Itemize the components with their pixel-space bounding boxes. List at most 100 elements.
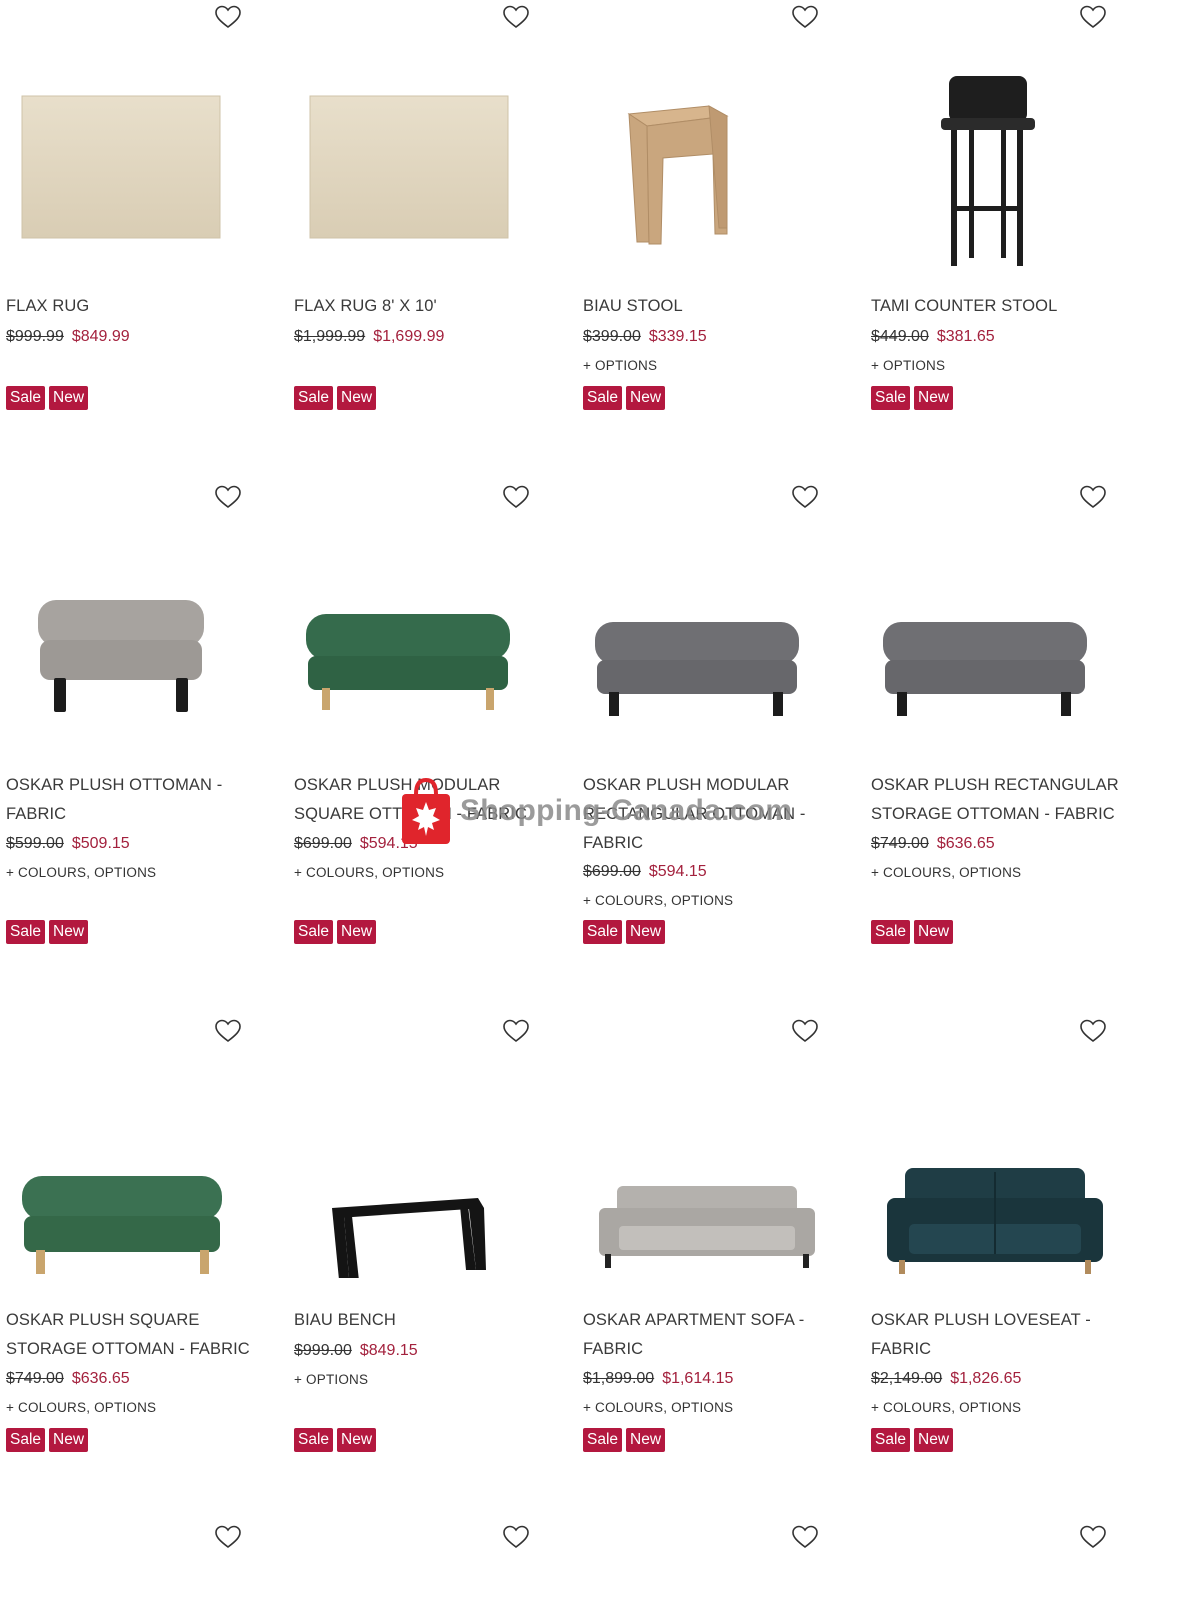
sale-price: $849.15 (359, 1342, 418, 1359)
wishlist-heart-icon[interactable] (1079, 4, 1107, 30)
wishlist-heart-icon[interactable] (214, 1524, 242, 1550)
sale-badge: Sale (583, 920, 623, 944)
badge-group: Sale New (6, 386, 89, 410)
product-name[interactable]: OSKAR PLUSH RECTANGULAR STORAGE OTTOMAN … (871, 771, 1121, 829)
sale-badge: Sale (294, 386, 334, 410)
product-options-link[interactable]: + OPTIONS (871, 358, 945, 373)
wishlist-heart-icon[interactable] (502, 1018, 530, 1044)
product-name[interactable]: OSKAR PLUSH LOVESEAT - FABRIC (871, 1306, 1121, 1364)
product-image[interactable] (577, 1058, 837, 1278)
new-badge: New (49, 386, 89, 410)
new-badge: New (914, 1428, 954, 1452)
product-options-link[interactable]: + COLOURS, OPTIONS (871, 865, 1021, 880)
wishlist-heart-icon[interactable] (214, 4, 242, 30)
wishlist-heart-icon[interactable] (791, 4, 819, 30)
product-image[interactable] (865, 56, 1125, 276)
sale-price: $636.65 (936, 835, 995, 852)
wishlist-heart-icon[interactable] (1079, 1018, 1107, 1044)
original-price: $699.00 (583, 863, 641, 880)
product-image[interactable] (577, 56, 837, 276)
wishlist-heart-icon[interactable] (791, 1524, 819, 1550)
badge-group: Sale New (294, 920, 377, 944)
product-options-link[interactable]: + COLOURS, OPTIONS (871, 1400, 1021, 1415)
new-badge: New (626, 386, 666, 410)
sale-badge: Sale (871, 1428, 911, 1452)
original-price: $699.00 (294, 835, 352, 852)
badge-group: Sale New (583, 1428, 666, 1452)
product-options-link[interactable]: + COLOURS, OPTIONS (6, 865, 156, 880)
price-group: $2,149.00 $1,826.65 (871, 1370, 1021, 1388)
watermark: Shopping-Canada.com (398, 776, 792, 846)
sale-price: $1,699.99 (373, 328, 445, 345)
new-badge: New (914, 920, 954, 944)
new-badge: New (337, 386, 377, 410)
shopping-bag-logo-icon (402, 777, 450, 844)
product-name[interactable]: FLAX RUG (6, 292, 256, 321)
sale-price: $509.15 (71, 835, 130, 852)
product-name[interactable]: OSKAR PLUSH OTTOMAN - FABRIC (6, 771, 256, 829)
product-name[interactable]: FLAX RUG 8' X 10' (294, 292, 544, 321)
sale-price: $1,826.65 (950, 1370, 1022, 1387)
original-price: $449.00 (871, 328, 929, 345)
wishlist-heart-icon[interactable] (502, 484, 530, 510)
product-options-link[interactable]: + OPTIONS (294, 1372, 368, 1387)
wishlist-heart-icon[interactable] (502, 1524, 530, 1550)
badge-group: Sale New (583, 386, 666, 410)
product-image[interactable] (0, 522, 260, 742)
new-badge: New (337, 920, 377, 944)
product-image[interactable] (288, 1058, 548, 1278)
sale-badge: Sale (294, 1428, 334, 1452)
product-name[interactable]: BIAU STOOL (583, 292, 833, 321)
new-badge: New (914, 386, 954, 410)
sale-price: $1,614.15 (662, 1370, 734, 1387)
product-image[interactable] (0, 56, 260, 276)
price-group: $699.00 $594.15 (583, 863, 707, 881)
original-price: $1,899.00 (583, 1370, 655, 1387)
wishlist-heart-icon[interactable] (791, 484, 819, 510)
wishlist-heart-icon[interactable] (214, 484, 242, 510)
product-image[interactable] (288, 522, 548, 742)
sale-badge: Sale (6, 920, 46, 944)
product-options-link[interactable]: + COLOURS, OPTIONS (294, 865, 444, 880)
product-image[interactable] (0, 1058, 260, 1278)
wishlist-heart-icon[interactable] (502, 4, 530, 30)
new-badge: New (49, 920, 89, 944)
wishlist-heart-icon[interactable] (214, 1018, 242, 1044)
badge-group: Sale New (583, 920, 666, 944)
badge-group: Sale New (294, 386, 377, 410)
badge-group: Sale New (294, 1428, 377, 1452)
product-options-link[interactable]: + COLOURS, OPTIONS (583, 1400, 733, 1415)
product-image[interactable] (865, 1058, 1125, 1278)
price-group: $1,899.00 $1,614.15 (583, 1370, 733, 1388)
new-badge: New (49, 1428, 89, 1452)
product-name[interactable]: OSKAR APARTMENT SOFA - FABRIC (583, 1306, 833, 1364)
product-image[interactable] (288, 56, 548, 276)
wishlist-heart-icon[interactable] (1079, 484, 1107, 510)
product-options-link[interactable]: + OPTIONS (583, 358, 657, 373)
wishlist-heart-icon[interactable] (791, 1018, 819, 1044)
original-price: $1,999.99 (294, 328, 366, 345)
badge-group: Sale New (871, 386, 954, 410)
badge-group: Sale New (6, 920, 89, 944)
new-badge: New (337, 1428, 377, 1452)
price-group: $599.00 $509.15 (6, 835, 130, 853)
product-name[interactable]: TAMI COUNTER STOOL (871, 292, 1121, 321)
price-group: $449.00 $381.65 (871, 328, 995, 346)
price-group: $749.00 $636.65 (871, 835, 995, 853)
price-group: $1,999.99 $1,699.99 (294, 328, 444, 346)
price-group: $749.00 $636.65 (6, 1370, 130, 1388)
sale-badge: Sale (583, 386, 623, 410)
product-options-link[interactable]: + COLOURS, OPTIONS (6, 1400, 156, 1415)
original-price: $2,149.00 (871, 1370, 943, 1387)
sale-price: $339.15 (648, 328, 707, 345)
sale-badge: Sale (583, 1428, 623, 1452)
sale-badge: Sale (871, 386, 911, 410)
wishlist-heart-icon[interactable] (1079, 1524, 1107, 1550)
product-options-link[interactable]: + COLOURS, OPTIONS (583, 893, 733, 908)
product-name[interactable]: BIAU BENCH (294, 1306, 544, 1335)
original-price: $749.00 (871, 835, 929, 852)
product-name[interactable]: OSKAR PLUSH SQUARE STORAGE OTTOMAN - FAB… (6, 1306, 256, 1364)
product-image[interactable] (865, 522, 1125, 742)
product-image[interactable] (577, 522, 837, 742)
new-badge: New (626, 1428, 666, 1452)
